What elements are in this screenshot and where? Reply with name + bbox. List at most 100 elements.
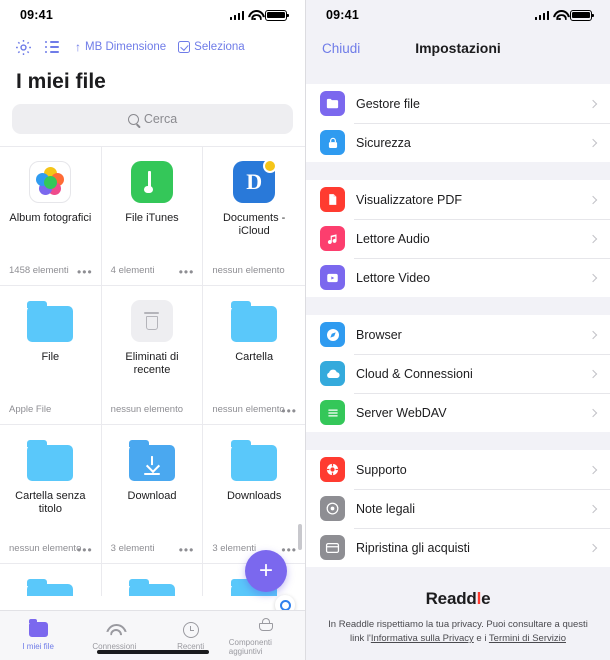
gear-icon[interactable] [14,38,33,57]
brand-part-2: e [481,589,491,608]
file-cell[interactable]: Eliminati di recente nessun elemento [101,285,204,424]
files-toolbar: ↑ MB Dimensione Seleziona [0,30,305,64]
settings-row-label: Supporto [356,462,407,477]
terms-of-service-link[interactable]: Termini di Servizio [489,633,566,644]
privacy-line-2-pre: link l' [350,633,371,644]
more-options-icon[interactable]: ••• [77,266,93,278]
more-options-icon[interactable]: ••• [281,544,297,556]
folder-blue-icon [230,300,278,342]
settings-row-file-manager[interactable]: Gestore file [306,84,610,123]
page-title: I miei file [16,70,106,93]
chevron-right-icon [588,138,598,147]
settings-row-legal[interactable]: Note legali [306,489,610,528]
support-icon [320,457,345,482]
settings-row-label: Lettore Audio [356,231,430,246]
settings-group: Supporto Note legali Ripristina gli acqu… [306,450,610,567]
photos-app-icon [26,161,74,203]
itunes-app-icon [128,161,176,203]
compass-icon [320,322,345,347]
file-cell[interactable]: Cartella nessun elemento ••• [203,285,305,424]
restore-icon [320,535,345,560]
cloud-icon [320,361,345,386]
file-subtitle: nessun elemento [110,404,184,415]
documents-app-icon: D [230,159,278,203]
chevron-right-icon [588,465,598,474]
settings-row-cloud-connections[interactable]: Cloud & Connessioni [306,354,610,393]
settings-row-browser[interactable]: Browser [306,315,610,354]
settings-row-restore-purchases[interactable]: Ripristina gli acquisti [306,528,610,567]
search-input[interactable]: Cerca [12,104,293,134]
select-label: Seleziona [194,41,245,53]
search-placeholder: Cerca [143,112,178,126]
more-options-icon[interactable]: ••• [281,405,297,417]
cellular-signal-icon [229,10,244,20]
file-cell[interactable]: Album fotografici 1458 elementi ••• [0,146,102,285]
clock-icon [182,620,199,639]
settings-row-label: Ripristina gli acquisti [356,540,470,555]
settings-group: Visualizzatore PDF Lettore Audio Lettore… [306,180,610,297]
battery-icon [570,9,594,21]
more-options-icon[interactable]: ••• [179,266,195,278]
chevron-right-icon [588,195,598,204]
chevron-right-icon [588,408,598,417]
sort-by-size-button[interactable]: ↑ MB Dimensione [75,41,166,53]
settings-row-pdf-viewer[interactable]: Visualizzatore PDF [306,180,610,219]
file-cell[interactable] [0,563,102,596]
file-name: Eliminati di recente [125,351,179,376]
settings-row-webdav-server[interactable]: Server WebDAV [306,393,610,432]
settings-row-label: Gestore file [356,96,420,111]
settings-group: Gestore file Sicurezza [306,84,610,162]
more-options-icon[interactable]: ••• [77,544,93,556]
select-button[interactable]: Seleziona [178,41,245,53]
search-icon [127,113,139,125]
file-cell[interactable]: Download 3 elementi ••• [101,424,204,563]
settings-row-support[interactable]: Supporto [306,450,610,489]
chevron-right-icon [588,504,598,513]
file-name: File [41,351,60,363]
view-mode-list-button[interactable] [45,41,63,53]
file-cell[interactable]: File iTunes 4 elementi ••• [101,146,204,285]
settings-row-security[interactable]: Sicurezza [306,123,610,162]
folder-blue-icon [26,578,74,596]
settings-row-audio-player[interactable]: Lettore Audio [306,219,610,258]
home-indicator [96,650,209,654]
add-button[interactable]: + [245,550,287,592]
status-indicators [534,9,594,21]
settings-row-video-player[interactable]: Lettore Video [306,258,610,297]
folder-blue-icon [26,300,74,342]
tab-my-files[interactable]: I miei file [0,611,76,660]
dual-screenshot: 09:41 ↑ MB Dimensione Seleziona I miei f… [0,0,610,660]
privacy-policy-link[interactable]: Informativa sulla Privacy [371,633,474,644]
lock-icon [320,130,345,155]
readdle-logo: Readdle [328,589,588,609]
settings-group: Browser Cloud & Connessioni Server WebDA… [306,315,610,432]
tab-label: I miei file [22,642,54,651]
status-time: 09:41 [326,8,359,22]
files-grid-wrap: Album fotografici 1458 elementi ••• File… [0,146,305,596]
file-name: Downloads [226,490,282,502]
tab-addons[interactable]: Componenti aggiuntivi [229,611,305,660]
more-options-icon[interactable]: ••• [179,544,195,556]
settings-navbar: Chiudi Impostazioni [306,30,610,66]
chevron-right-icon [588,369,598,378]
file-cell[interactable] [101,563,204,596]
cart-icon [258,616,275,635]
wifi-icon [248,10,261,21]
privacy-line-2-mid: e i [473,633,489,644]
status-bar-right: 09:41 [306,0,610,30]
file-name: Cartella senza titolo [15,490,86,515]
file-cell[interactable]: D Documents - iCloud nessun elemento [203,146,305,285]
file-cell[interactable]: File Apple File [0,285,102,424]
settings-row-label: Visualizzatore PDF [356,192,463,207]
settings-row-label: Cloud & Connessioni [356,366,473,381]
chevron-right-icon [588,330,598,339]
file-cell[interactable]: Cartella senza titolo nessun elemento ••… [0,424,102,563]
folder-download-icon [128,439,176,481]
file-cell[interactable]: Downloads 3 elementi ••• [203,424,305,563]
server-icon [320,400,345,425]
file-subtitle: Apple File [9,404,52,415]
settings-screen: 09:41 Chiudi Impostazioni Gestore file S… [305,0,610,660]
settings-row-label: Browser [356,327,402,342]
scrollbar[interactable] [298,524,302,550]
privacy-text: In Readdle rispettiamo la tua privacy. P… [328,618,588,646]
